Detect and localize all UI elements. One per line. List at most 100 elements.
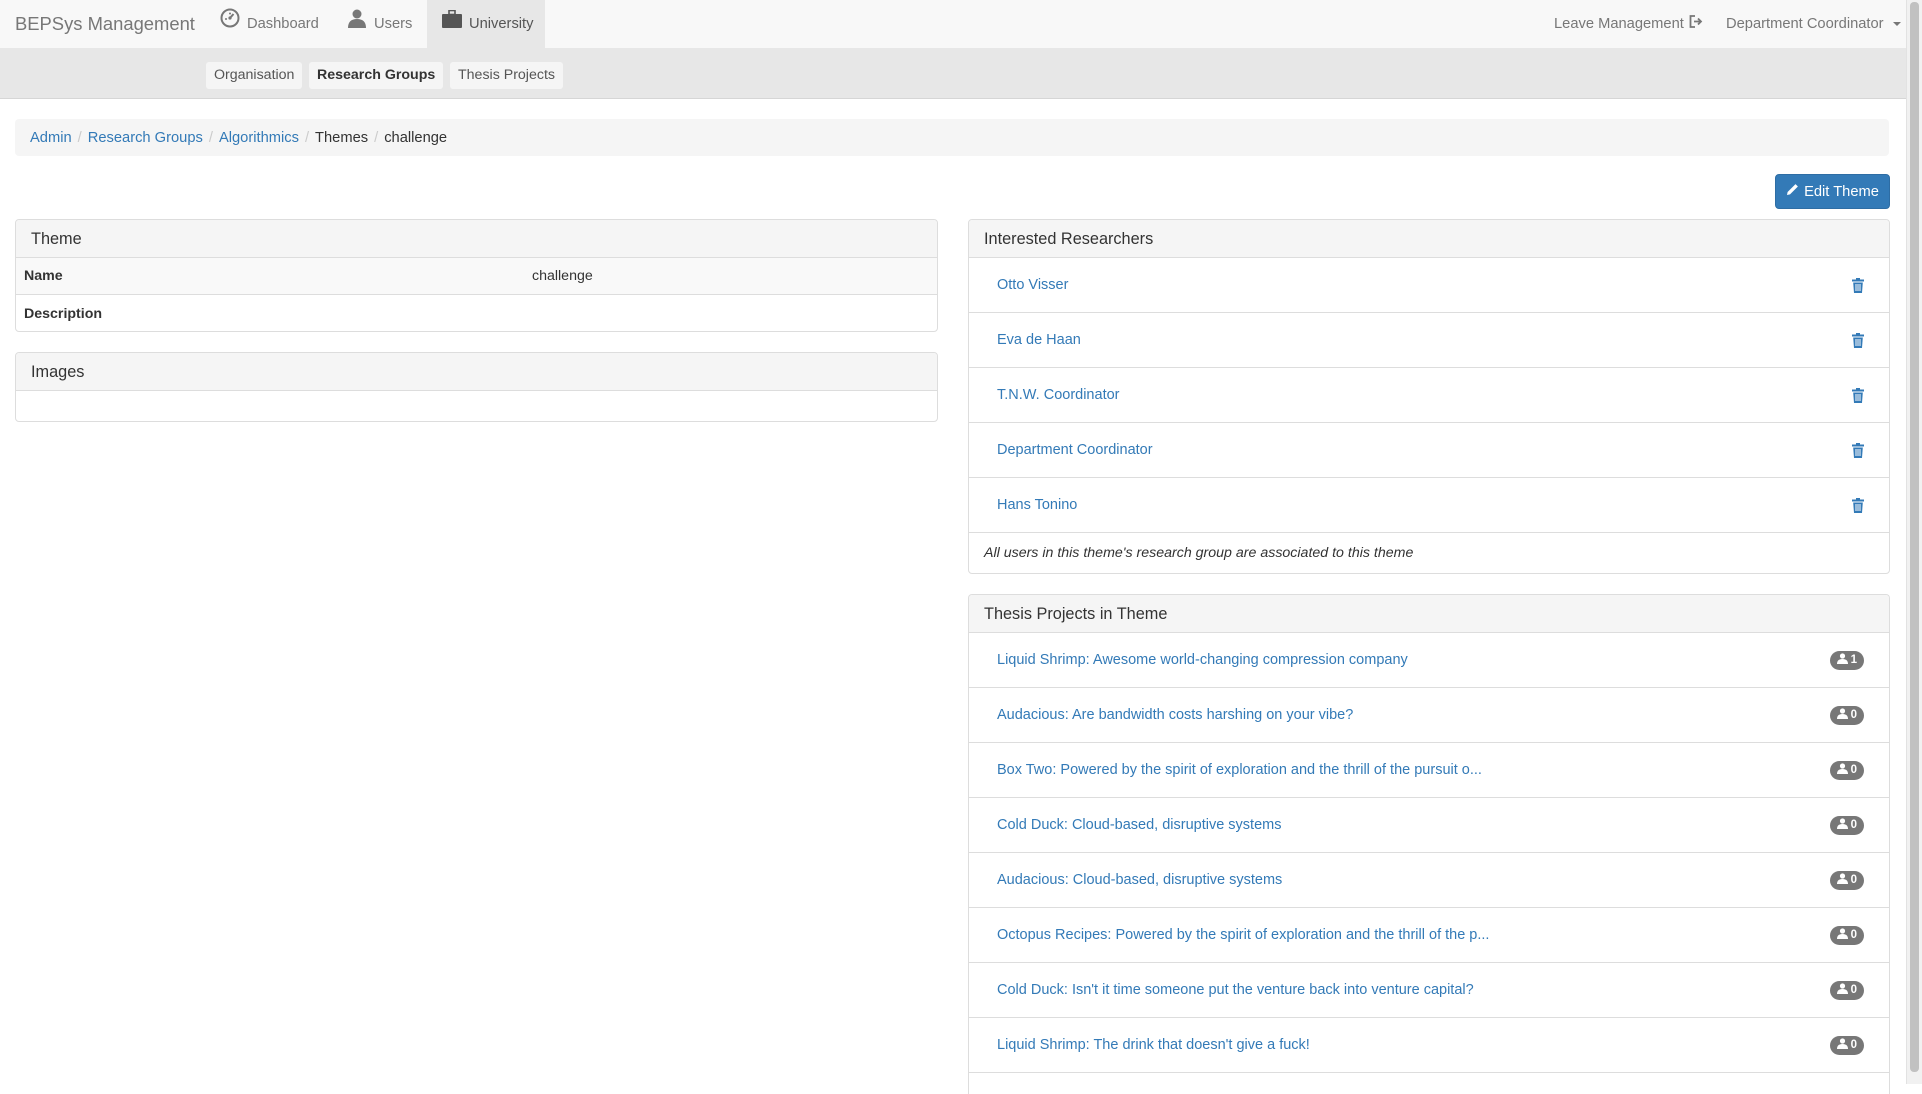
user-icon (1836, 983, 1848, 997)
images-panel: Images (15, 352, 938, 422)
nav-university[interactable]: University (427, 0, 545, 48)
projects-list: Liquid Shrimp: Awesome world-changing co… (969, 633, 1889, 1073)
project-link[interactable]: Liquid Shrimp: Awesome world-changing co… (997, 652, 1408, 668)
researcher-row: T.N.W. Coordinator (969, 368, 1889, 423)
student-count-badge: 0 (1829, 760, 1864, 780)
project-link[interactable]: Octopus Recipes: Powered by the spirit o… (997, 927, 1489, 943)
researchers-panel-title: Interested Researchers (969, 220, 1889, 258)
trash-icon[interactable] (1852, 332, 1864, 348)
project-link[interactable]: Box Two: Powered by the spirit of explor… (997, 762, 1482, 778)
student-count: 1 (1850, 654, 1857, 666)
theme-name-row: Name challenge (16, 258, 937, 295)
projects-panel: Thesis Projects in Theme Liquid Shrimp: … (968, 594, 1890, 1094)
nav-users-label: Users (374, 16, 413, 32)
theme-description-label: Description (24, 305, 103, 322)
trash-icon[interactable] (1852, 497, 1864, 513)
projects-panel-title: Thesis Projects in Theme (969, 595, 1889, 633)
user-icon (1836, 1038, 1848, 1052)
trash-icon[interactable] (1852, 442, 1864, 458)
project-row: Box Two: Powered by the spirit of explor… (969, 743, 1889, 798)
user-icon (1836, 708, 1848, 722)
project-link[interactable]: Liquid Shrimp: The drink that doesn't gi… (997, 1037, 1310, 1053)
caret-down-icon (1892, 22, 1901, 26)
theme-name-label: Name (24, 268, 63, 284)
breadcrumb-algorithmics[interactable]: Algorithmics (219, 130, 299, 146)
breadcrumb: Admin / Research Groups / Algorithmics /… (15, 119, 1889, 156)
images-panel-title: Images (16, 353, 937, 391)
scrollbar-thumb[interactable] (1910, 2, 1919, 1072)
edit-theme-label: Edit Theme (1804, 183, 1879, 200)
student-count-badge: 0 (1829, 705, 1864, 725)
user-icon (1836, 873, 1848, 887)
researcher-link[interactable]: Hans Tonino (997, 497, 1077, 513)
role-dropdown[interactable]: Department Coordinator (1726, 0, 1901, 48)
project-link[interactable]: Audacious: Cloud-based, disruptive syste… (997, 872, 1282, 888)
student-count-badge: 0 (1829, 925, 1864, 945)
researcher-row: Department Coordinator (969, 423, 1889, 478)
nav-dashboard-label: Dashboard (247, 16, 319, 32)
project-row: Octopus Recipes: Powered by the spirit o… (969, 908, 1889, 963)
page-scrollbar[interactable] (1906, 0, 1922, 1084)
project-row: Liquid Shrimp: Awesome world-changing co… (969, 633, 1889, 688)
top-navbar: BEPSys Management Dashboard Users Univer… (0, 0, 1906, 49)
edit-theme-button[interactable]: Edit Theme (1775, 174, 1890, 209)
breadcrumb-admin[interactable]: Admin (30, 130, 72, 146)
researcher-link[interactable]: Otto Visser (997, 277, 1068, 293)
breadcrumb-themes: Themes (315, 129, 369, 146)
user-icon (1836, 763, 1848, 777)
student-count: 0 (1850, 1039, 1857, 1051)
user-icon (1836, 928, 1848, 942)
trash-icon[interactable] (1852, 387, 1864, 403)
trash-icon[interactable] (1852, 277, 1864, 293)
researcher-row: Eva de Haan (969, 313, 1889, 368)
dashboard-icon (220, 0, 240, 48)
student-count-badge: 0 (1829, 870, 1864, 890)
project-link[interactable]: Cold Duck: Cloud-based, disruptive syste… (997, 817, 1281, 833)
researchers-panel: Interested Researchers Otto Visser Eva de… (968, 219, 1890, 574)
project-link[interactable]: Audacious: Are bandwidth costs harshing … (997, 707, 1353, 723)
researcher-link[interactable]: Department Coordinator (997, 442, 1153, 458)
project-row: Liquid Shrimp: The drink that doesn't gi… (969, 1018, 1889, 1073)
project-row: Audacious: Cloud-based, disruptive syste… (969, 853, 1889, 908)
researcher-link[interactable]: Eva de Haan (997, 332, 1081, 348)
nav-dashboard[interactable]: Dashboard (205, 0, 334, 48)
breadcrumb-current: challenge (384, 129, 448, 146)
user-icon (1836, 818, 1848, 832)
subnav-thesis-projects[interactable]: Thesis Projects (450, 62, 563, 89)
role-dropdown-label: Department Coordinator (1726, 16, 1884, 32)
theme-description-row: Description (16, 295, 937, 331)
logout-icon (1689, 0, 1703, 48)
student-count-badge: 0 (1829, 980, 1864, 1000)
student-count-badge: 0 (1829, 815, 1864, 835)
breadcrumb-research-groups[interactable]: Research Groups (88, 130, 203, 146)
leave-management-link[interactable]: Leave Management (1554, 0, 1703, 48)
theme-panel: Theme Name challenge Description (15, 219, 938, 332)
researchers-list: Otto Visser Eva de Haan T.N.W. Coordinator… (969, 258, 1889, 533)
nav-university-label: University (469, 16, 534, 32)
student-count: 0 (1850, 819, 1857, 831)
student-count: 0 (1850, 709, 1857, 721)
project-link[interactable]: Cold Duck: Isn't it time someone put the… (997, 982, 1474, 998)
student-count: 0 (1850, 764, 1857, 776)
project-row: Cold Duck: Cloud-based, disruptive syste… (969, 798, 1889, 853)
user-icon (347, 0, 367, 48)
project-row: Audacious: Are bandwidth costs harshing … (969, 688, 1889, 743)
subnav-organisation[interactable]: Organisation (206, 62, 303, 89)
student-count: 0 (1850, 874, 1857, 886)
breadcrumb-separator: / (374, 129, 379, 146)
student-count: 0 (1850, 929, 1857, 941)
researcher-row: Hans Tonino (969, 478, 1889, 533)
pencil-icon (1786, 183, 1799, 200)
nav-users[interactable]: Users (332, 0, 427, 48)
student-count-badge: 1 (1829, 650, 1864, 670)
brand-link[interactable]: BEPSys Management (15, 0, 195, 48)
theme-name-value: challenge (532, 268, 593, 284)
researcher-row: Otto Visser (969, 258, 1889, 313)
briefcase-icon (442, 0, 462, 48)
theme-panel-title: Theme (16, 220, 937, 258)
leave-management-label: Leave Management (1554, 16, 1684, 32)
sub-navbar: Organisation Research Groups Thesis Proj… (0, 49, 1906, 99)
researcher-link[interactable]: T.N.W. Coordinator (997, 387, 1120, 403)
student-count-badge: 0 (1829, 1035, 1864, 1055)
subnav-research-groups[interactable]: Research Groups (309, 62, 444, 89)
